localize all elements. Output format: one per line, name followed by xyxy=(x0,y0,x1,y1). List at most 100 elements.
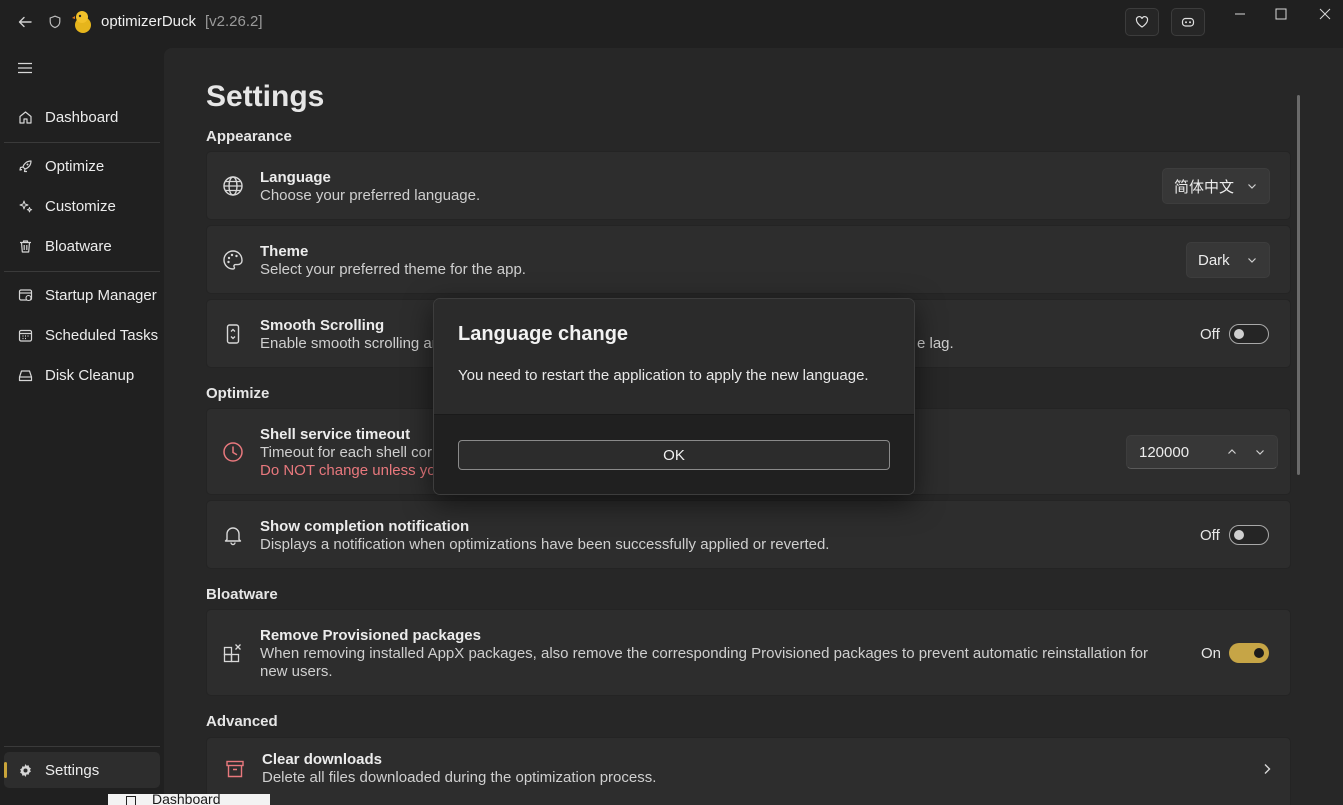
dialog-message: You need to restart the application to a… xyxy=(458,367,869,384)
theme-title: Theme xyxy=(260,243,309,260)
smooth-scrolling-description: Enable smooth scrolling ar xyxy=(260,335,437,352)
sidebar-item-startup-manager[interactable]: Startup Manager xyxy=(4,277,160,313)
smooth-scrolling-toggle[interactable] xyxy=(1229,324,1269,344)
home-icon xyxy=(126,796,136,805)
shell-timeout-value: 120000 xyxy=(1139,444,1190,461)
toggle-knob xyxy=(1234,530,1244,540)
back-button[interactable] xyxy=(14,11,36,33)
shell-timeout-description: Timeout for each shell cor xyxy=(260,444,433,461)
sidebar-item-customize[interactable]: Customize xyxy=(4,188,160,224)
minimize-icon xyxy=(1235,13,1245,15)
duck-logo-icon xyxy=(72,10,94,34)
section-advanced: Advanced xyxy=(206,713,278,730)
completion-notification-toggle[interactable] xyxy=(1229,525,1269,545)
clear-downloads-description: Delete all files downloaded during the o… xyxy=(262,769,657,786)
dialog-body: Language change You need to restart the … xyxy=(434,299,914,414)
close-icon xyxy=(1319,8,1331,20)
language-dropdown[interactable]: 简体中文 xyxy=(1162,168,1270,204)
theme-dropdown[interactable]: Dark xyxy=(1186,242,1270,278)
active-indicator xyxy=(4,762,7,778)
chevron-up-icon[interactable] xyxy=(1225,445,1239,459)
sidebar-item-label: Bloatware xyxy=(45,237,112,255)
provisioned-packages-description: When removing installed AppX packages, a… xyxy=(260,645,1148,662)
calendar-icon xyxy=(17,327,33,343)
minimize-button[interactable] xyxy=(1217,0,1263,28)
sidebar-item-optimize[interactable]: Optimize xyxy=(4,148,160,184)
provisioned-packages-description-line2: new users. xyxy=(260,663,333,680)
smooth-scrolling-toggle-label: Off xyxy=(1200,326,1220,343)
sidebar-item-label: Dashboard xyxy=(45,108,119,126)
gear-icon xyxy=(17,762,33,778)
scrollbar[interactable] xyxy=(1297,95,1300,475)
theme-value: Dark xyxy=(1198,251,1230,269)
completion-notification-toggle-label: Off xyxy=(1200,527,1220,544)
completion-notification-card: Show completion notification Displays a … xyxy=(206,500,1291,569)
app-version: [v2.26.2] xyxy=(205,13,263,30)
toggle-knob xyxy=(1234,329,1244,339)
provisioned-packages-toggle[interactable] xyxy=(1229,643,1269,663)
dialog-footer: OK xyxy=(434,414,914,494)
completion-notification-description: Displays a notification when optimizatio… xyxy=(260,536,830,553)
sidebar-divider xyxy=(4,271,160,272)
sidebar-item-disk-cleanup[interactable]: Disk Cleanup xyxy=(4,357,160,393)
maximize-button[interactable] xyxy=(1258,0,1304,28)
sidebar-item-label: Scheduled Tasks xyxy=(45,326,159,344)
close-button[interactable] xyxy=(1302,0,1343,28)
sparkle-icon xyxy=(17,198,33,214)
rocket-icon xyxy=(17,158,33,174)
language-title: Language xyxy=(260,169,331,186)
section-appearance: Appearance xyxy=(206,128,292,145)
home-icon xyxy=(17,109,33,125)
maximize-icon xyxy=(1275,8,1287,20)
app-window: optimizerDuck [v2.26.2] Dashboard Optimi… xyxy=(0,0,1343,805)
chevron-down-icon xyxy=(1248,258,1256,263)
provisioned-packages-title: Remove Provisioned packages xyxy=(260,627,481,644)
archive-icon xyxy=(223,757,247,781)
smooth-scrolling-title: Smooth Scrolling xyxy=(260,317,385,334)
sidebar-item-label: Customize xyxy=(45,197,116,215)
sidebar-item-scheduled-tasks[interactable]: Scheduled Tasks xyxy=(4,317,160,353)
arrow-left-icon xyxy=(18,16,32,28)
language-value: 简体中文 xyxy=(1174,178,1235,196)
clock-icon xyxy=(221,440,245,464)
sidebar: Dashboard Optimize Customize Bloatware S… xyxy=(0,44,164,805)
title-bar: optimizerDuck [v2.26.2] xyxy=(0,0,1343,44)
menu-toggle-button[interactable] xyxy=(14,58,36,78)
chevron-down-icon xyxy=(1248,184,1256,189)
chevron-down-icon[interactable] xyxy=(1253,445,1267,459)
smooth-scrolling-description-tail: e lag. xyxy=(917,335,954,352)
sidebar-item-label: Disk Cleanup xyxy=(45,366,135,384)
language-change-dialog: Language change You need to restart the … xyxy=(433,298,915,495)
sidebar-item-label: Startup Manager xyxy=(45,286,157,304)
sidebar-item-bloatware[interactable]: Bloatware xyxy=(4,228,160,264)
sidebar-item-dashboard[interactable]: Dashboard xyxy=(4,99,160,135)
sidebar-item-label: Optimize xyxy=(45,157,105,175)
page-title: Settings xyxy=(206,80,325,113)
globe-icon xyxy=(221,174,245,198)
heart-icon xyxy=(1135,15,1149,28)
language-description: Choose your preferred language. xyxy=(260,187,481,204)
toggle-knob xyxy=(1254,648,1264,658)
drag-preview-strip: Dashboard xyxy=(108,794,270,805)
chevron-right-icon xyxy=(1264,764,1271,774)
drive-icon xyxy=(17,367,33,383)
sidebar-divider xyxy=(4,142,160,143)
scroll-icon xyxy=(221,322,245,346)
language-setting-card: Language Choose your preferred language.… xyxy=(206,151,1291,220)
sidebar-item-settings[interactable]: Settings xyxy=(4,752,160,788)
clear-downloads-title: Clear downloads xyxy=(262,751,383,768)
provisioned-packages-card: Remove Provisioned packages When removin… xyxy=(206,609,1291,696)
completion-notification-title: Show completion notification xyxy=(260,518,470,535)
shell-timeout-warning: Do NOT change unless yo xyxy=(260,462,436,479)
drag-preview-label: Dashboard xyxy=(152,794,221,805)
app-title: optimizerDuck xyxy=(101,13,197,30)
trash-icon xyxy=(17,238,33,254)
apps-remove-icon xyxy=(221,641,245,665)
discord-button[interactable] xyxy=(1171,8,1205,36)
clear-downloads-card[interactable]: Clear downloads Delete all files downloa… xyxy=(206,737,1291,805)
dialog-title: Language change xyxy=(458,323,629,345)
ok-button[interactable]: OK xyxy=(458,440,890,470)
gamepad-icon xyxy=(1181,17,1195,27)
donate-button[interactable] xyxy=(1125,8,1159,36)
shell-timeout-input[interactable]: 120000 xyxy=(1126,435,1278,469)
